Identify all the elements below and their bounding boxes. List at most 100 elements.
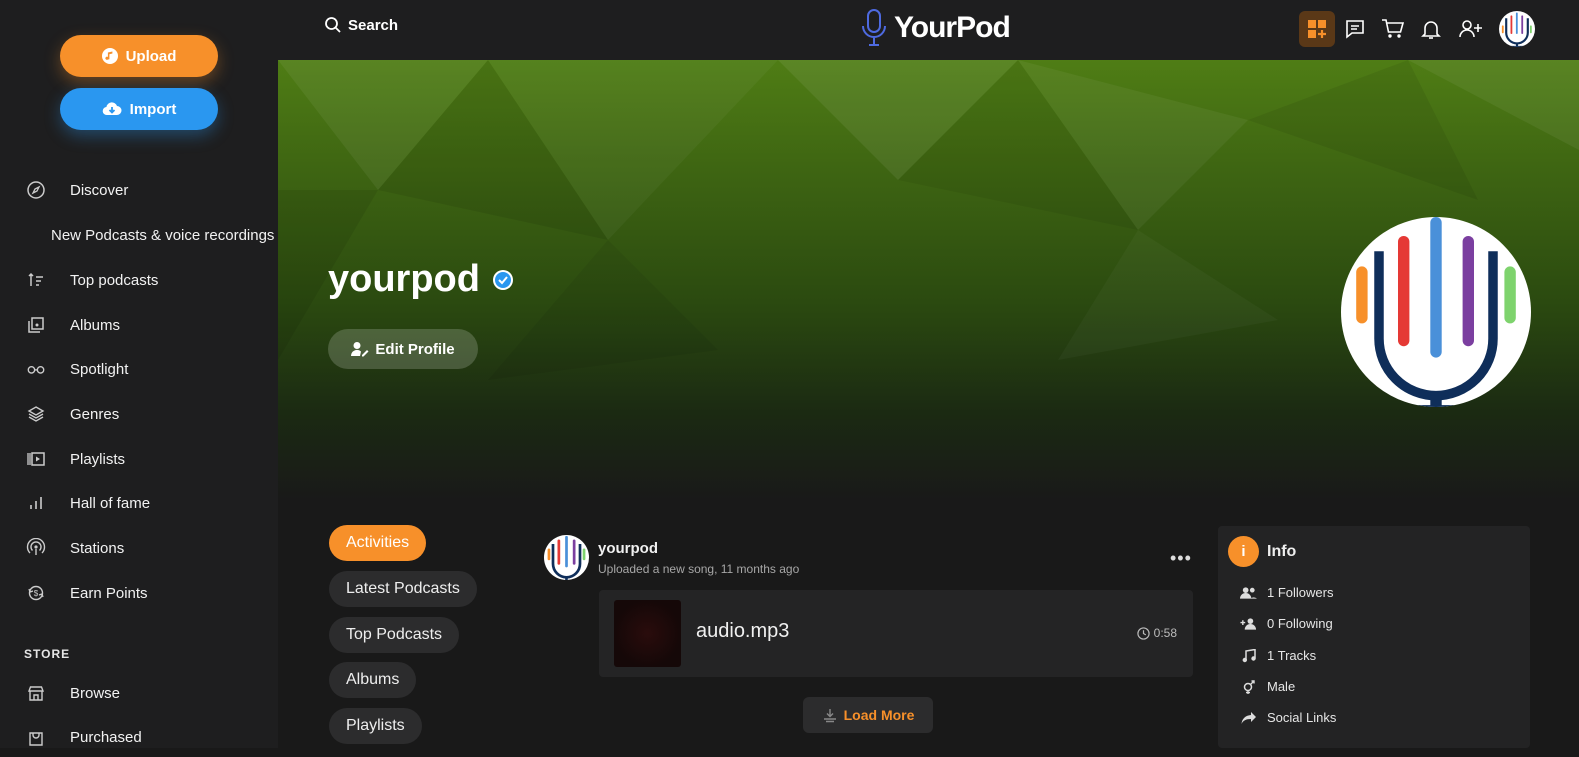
music-note-icon [1240,647,1257,664]
sidebar-item-hall-of-fame[interactable]: Hall of fame [0,483,278,523]
glasses-icon [26,359,46,379]
search-label: Search [348,16,399,34]
verified-icon [492,269,513,290]
profile-avatar[interactable] [1341,217,1531,407]
points-icon: $ [26,583,46,603]
sidebar-item-purchased[interactable]: Purchased [0,717,278,757]
duration-text: 0:58 [1153,626,1177,640]
gender-icon [1240,678,1257,695]
cloud-download-icon [102,102,122,116]
store-heading: STORE [24,647,71,661]
chat-icon [1346,20,1364,39]
social-links-label: Social Links [1267,710,1337,725]
share-icon [1240,709,1257,726]
sidebar-item-browse[interactable]: Browse [0,673,278,713]
track-thumbnail[interactable] [614,600,681,667]
compass-icon [26,180,46,200]
playlist-icon [26,449,46,469]
info-row-gender: Male [1240,678,1295,695]
edit-profile-label: Edit Profile [375,340,455,358]
sidebar-item-top-podcasts[interactable]: Top podcasts [0,260,278,300]
load-icon [823,709,836,723]
load-more-label: Load More [843,707,915,723]
sidebar-item-label: Genres [70,405,120,423]
sidebar-item-label: Browse [70,684,121,702]
sidebar-item-discover[interactable]: Discover [0,170,278,210]
app-logo[interactable]: YourPod [860,8,1011,48]
store-icon [26,683,46,703]
chat-button[interactable] [1337,11,1373,47]
info-title: Info [1267,542,1297,560]
followers-count: 1 Followers [1267,585,1334,600]
info-row-tracks[interactable]: 1 Tracks [1240,647,1316,664]
search-icon [325,17,341,33]
tab-playlists[interactable]: Playlists [329,708,422,744]
import-label: Import [129,100,177,118]
add-friend-button[interactable] [1453,11,1489,47]
search-button[interactable]: Search [324,16,398,34]
sidebar-item-label: Purchased [70,728,142,746]
bar-chart-icon [26,493,46,513]
info-row-followers[interactable]: 1 Followers [1240,584,1333,601]
info-row-social-links[interactable]: Social Links [1240,709,1336,726]
info-header: i Info [1228,536,1296,567]
sidebar-item-label: Earn Points [70,584,148,602]
music-note-icon [101,48,118,64]
activity-avatar[interactable] [544,535,589,580]
load-more-button[interactable]: Load More [803,697,933,733]
cart-button[interactable] [1375,11,1411,47]
yourpod-logo-icon [547,535,586,580]
following-icon [1240,615,1257,632]
sidebar-item-albums[interactable]: Albums [0,305,278,345]
tab-albums[interactable]: Albums [329,662,417,698]
apps-add-icon [1308,20,1326,38]
activity-username[interactable]: yourpod [598,540,658,557]
sort-icon [26,270,46,290]
sidebar-item-earn-points[interactable]: $ Earn Points [0,573,278,613]
tab-latest-podcasts[interactable]: Latest Podcasts [329,571,477,607]
sidebar-item-stations[interactable]: Stations [0,528,278,568]
track-title[interactable]: audio.mp3 [696,620,789,643]
import-button[interactable]: Import [60,88,218,130]
info-row-following[interactable]: 0 Following [1240,615,1333,632]
top-bar: Search YourPod [278,0,1579,60]
info-icon: i [1228,536,1259,567]
tracks-count: 1 Tracks [1267,648,1317,663]
upload-label: Upload [125,47,177,65]
layers-icon [26,404,46,424]
sidebar-item-label: Spotlight [70,360,129,378]
sidebar-item-spotlight[interactable]: Spotlight [0,349,278,389]
sidebar-subitem-new-podcasts[interactable]: New Podcasts & voice recordings [51,227,274,244]
track-card[interactable]: audio.mp3 0:58 [599,590,1193,677]
sidebar-item-label: Hall of fame [70,494,151,512]
tab-top-podcasts[interactable]: Top Podcasts [329,617,460,653]
microphone-icon [862,9,886,46]
profile-name: yourpod [328,258,480,300]
gender-text: Male [1267,679,1296,694]
following-count: 0 Following [1267,616,1333,631]
followers-icon [1240,584,1257,601]
more-options-button[interactable]: ••• [1170,548,1192,569]
edit-profile-button[interactable]: Edit Profile [328,329,478,369]
add-user-icon [1459,20,1482,38]
sidebar-item-playlists[interactable]: Playlists [0,439,278,479]
sidebar-item-label: Stations [70,539,125,557]
broadcast-icon [26,538,46,558]
avatar[interactable] [1499,11,1535,47]
tab-activities[interactable]: Activities [329,525,427,561]
cart-icon [1382,19,1405,38]
apps-add-button[interactable] [1299,11,1335,47]
svg-text:$: $ [34,589,39,598]
sidebar-item-label: Top podcasts [70,271,159,289]
profile-title: yourpod [328,258,514,301]
notifications-button[interactable] [1413,11,1449,47]
album-icon [26,315,46,335]
track-duration: 0:58 [1136,626,1177,640]
sidebar-item-genres[interactable]: Genres [0,394,278,434]
activity-meta: Uploaded a new song, 11 months ago [598,562,800,576]
bag-icon [26,727,46,747]
profile-banner: yourpod Edit Profile [278,60,1579,500]
info-panel: i Info 1 Followers 0 Following 1 Tracks … [1218,526,1530,748]
upload-button[interactable]: Upload [60,35,218,77]
sidebar-item-label: Albums [70,316,121,334]
